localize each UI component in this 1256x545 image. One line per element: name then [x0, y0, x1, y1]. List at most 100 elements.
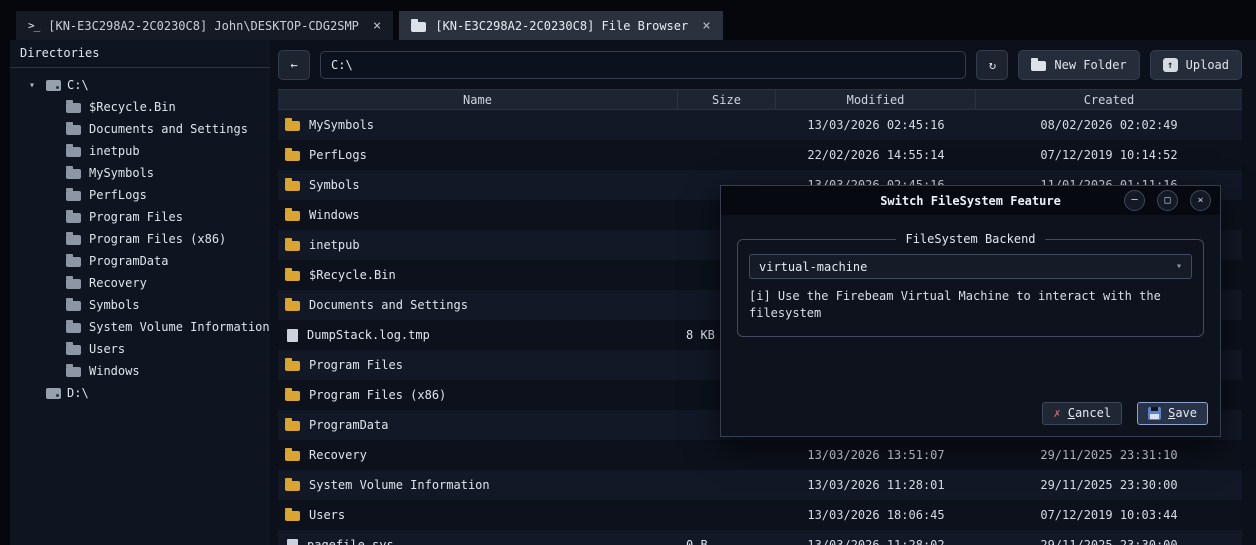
tab-terminal[interactable]: >_ [KN-E3C298A2-2C0230C8] John\DESKTOP-CD…	[16, 11, 394, 40]
column-header-size[interactable]: Size	[678, 90, 776, 109]
row-name-cell: Users	[278, 500, 678, 530]
upload-button[interactable]: ↑ Upload	[1149, 50, 1242, 80]
save-button[interactable]: Save	[1137, 402, 1208, 425]
directories-sidebar: Directories ▾ C:\ $Recycle.Bin Documents an…	[10, 40, 270, 545]
folder-icon	[285, 178, 300, 191]
table-row[interactable]: MySymbols 13/03/2026 02:45:16 08/02/2026 0…	[278, 110, 1242, 140]
row-name-cell: Symbols	[278, 170, 678, 200]
tab-close-icon[interactable]: ×	[373, 18, 381, 34]
row-name-cell: Windows	[278, 200, 678, 230]
switch-filesystem-dialog: Switch FileSystem Feature ─ □ × FileSyst…	[720, 185, 1221, 437]
file-name: Program Files (x86)	[309, 388, 447, 402]
folder-icon	[66, 342, 81, 355]
tree-caret-icon[interactable]: ▾	[24, 80, 40, 91]
sidebar-item-perflogs[interactable]: PerfLogs	[10, 184, 270, 206]
row-name-cell: ProgramData	[278, 410, 678, 440]
folder-icon	[285, 148, 300, 161]
folder-icon	[411, 18, 427, 32]
column-header-name[interactable]: Name	[278, 90, 678, 109]
chevron-down-icon: ▾	[1175, 261, 1182, 272]
close-button[interactable]: ×	[1190, 190, 1211, 211]
directory-tree: ▾ C:\ $Recycle.Bin Documents and Settings in…	[10, 68, 270, 404]
refresh-button[interactable]: ↻	[976, 50, 1009, 80]
sidebar-item-inetpub[interactable]: inetpub	[10, 140, 270, 162]
folder-icon	[66, 298, 81, 311]
backend-select[interactable]: virtual-machine ▾	[749, 254, 1192, 279]
tab-close-icon[interactable]: ×	[702, 18, 710, 34]
row-modified-cell: 13/03/2026 11:28:01	[807, 478, 945, 492]
column-header-modified[interactable]: Modified	[776, 90, 976, 109]
tree-item-label: Program Files (x86)	[89, 232, 227, 246]
dialog-footer: ✗ Cancel Save	[1042, 402, 1208, 425]
folder-icon	[66, 364, 81, 377]
table-row[interactable]: Users 13/03/2026 18:06:45 07/12/2019 10:03…	[278, 500, 1242, 530]
sidebar-item-c[interactable]: ▾ C:\	[10, 74, 270, 96]
sidebar-item-recycle-bin[interactable]: $Recycle.Bin	[10, 96, 270, 118]
table-row[interactable]: System Volume Information 13/03/2026 11:2…	[278, 470, 1242, 500]
folder-icon	[66, 320, 81, 333]
row-modified-cell: 13/03/2026 11:28:02	[807, 538, 945, 545]
folder-icon	[285, 298, 300, 311]
sidebar-item-d[interactable]: D:\	[10, 382, 270, 404]
folder-icon	[285, 388, 300, 401]
folder-icon	[285, 478, 300, 491]
sidebar-item-windows[interactable]: Windows	[10, 360, 270, 382]
back-button[interactable]: ←	[278, 50, 310, 80]
file-name: Symbols	[309, 178, 360, 192]
cancel-button[interactable]: ✗ Cancel	[1042, 402, 1123, 425]
table-header: Name Size Modified Created	[278, 90, 1242, 110]
sidebar-item-symbols[interactable]: Symbols	[10, 294, 270, 316]
column-header-created[interactable]: Created	[976, 90, 1242, 109]
folder-icon	[66, 210, 81, 223]
file-browser-toolbar: ← ↻ New Folder ↑ Upload	[278, 50, 1242, 80]
folder-icon	[66, 188, 81, 201]
row-name-cell: Program Files (x86)	[278, 380, 678, 410]
dialog-titlebar[interactable]: Switch FileSystem Feature ─ □ ×	[721, 186, 1220, 215]
folder-icon	[66, 254, 81, 267]
row-name-cell: inetpub	[278, 230, 678, 260]
table-row[interactable]: Recovery 13/03/2026 13:51:07 29/11/2025 23…	[278, 440, 1242, 470]
filesystem-backend-label: FileSystem Backend	[905, 232, 1036, 246]
folder-icon	[285, 238, 300, 251]
row-modified-cell: 13/03/2026 18:06:45	[807, 508, 945, 522]
row-size-cell	[678, 470, 776, 500]
back-arrow-icon: ←	[290, 58, 298, 72]
row-size-cell	[678, 140, 776, 170]
sidebar-item-users[interactable]: Users	[10, 338, 270, 360]
tree-item-label: Program Files	[89, 210, 183, 224]
upload-icon: ↑	[1162, 58, 1178, 72]
sidebar-item-documents-and-settings[interactable]: Documents and Settings	[10, 118, 270, 140]
sidebar-item-mysymbols[interactable]: MySymbols	[10, 162, 270, 184]
table-row[interactable]: pagefile.sys 0 B 13/03/2026 11:28:02 29/11/…	[278, 530, 1242, 545]
tab-label: [KN-E3C298A2-2C0230C8] John\DESKTOP-CDG2…	[48, 18, 359, 33]
maximize-button[interactable]: □	[1157, 190, 1178, 211]
row-name-cell: Program Files	[278, 350, 678, 380]
row-created-cell: 08/02/2026 02:02:49	[1040, 118, 1178, 132]
row-created-cell: 29/11/2025 23:30:00	[1040, 478, 1178, 492]
new-folder-button[interactable]: New Folder	[1018, 50, 1140, 80]
tree-item-label: $Recycle.Bin	[89, 100, 176, 114]
sidebar-item-programdata[interactable]: ProgramData	[10, 250, 270, 272]
sidebar-item-system-volume-information[interactable]: System Volume Information	[10, 316, 270, 338]
table-row[interactable]: PerfLogs 22/02/2026 14:55:14 07/12/2019 10…	[278, 140, 1242, 170]
row-name-cell: pagefile.sys	[278, 530, 678, 545]
folder-icon	[66, 144, 81, 157]
tree-item-label: Symbols	[89, 298, 140, 312]
terminal-icon: >_	[28, 19, 40, 32]
folder-icon	[66, 122, 81, 135]
row-created-cell: 29/11/2025 23:31:10	[1040, 448, 1178, 462]
tab-file-browser[interactable]: [KN-E3C298A2-2C0230C8] File Browser ×	[399, 11, 723, 40]
sidebar-item-program-files[interactable]: Program Files	[10, 206, 270, 228]
file-name: pagefile.sys	[307, 538, 394, 545]
tree-item-label: MySymbols	[89, 166, 155, 180]
row-size-cell	[678, 500, 776, 530]
row-size-cell	[678, 110, 776, 140]
save-label: Save	[1168, 406, 1197, 420]
sidebar-item-recovery[interactable]: Recovery	[10, 272, 270, 294]
sidebar-item-program-files-x86[interactable]: Program Files (x86)	[10, 228, 270, 250]
tree-item-label: Documents and Settings	[89, 122, 248, 136]
minimize-button[interactable]: ─	[1124, 190, 1145, 211]
cancel-x-icon: ✗	[1053, 406, 1061, 420]
path-input[interactable]	[320, 51, 967, 79]
file-name: PerfLogs	[309, 148, 367, 162]
